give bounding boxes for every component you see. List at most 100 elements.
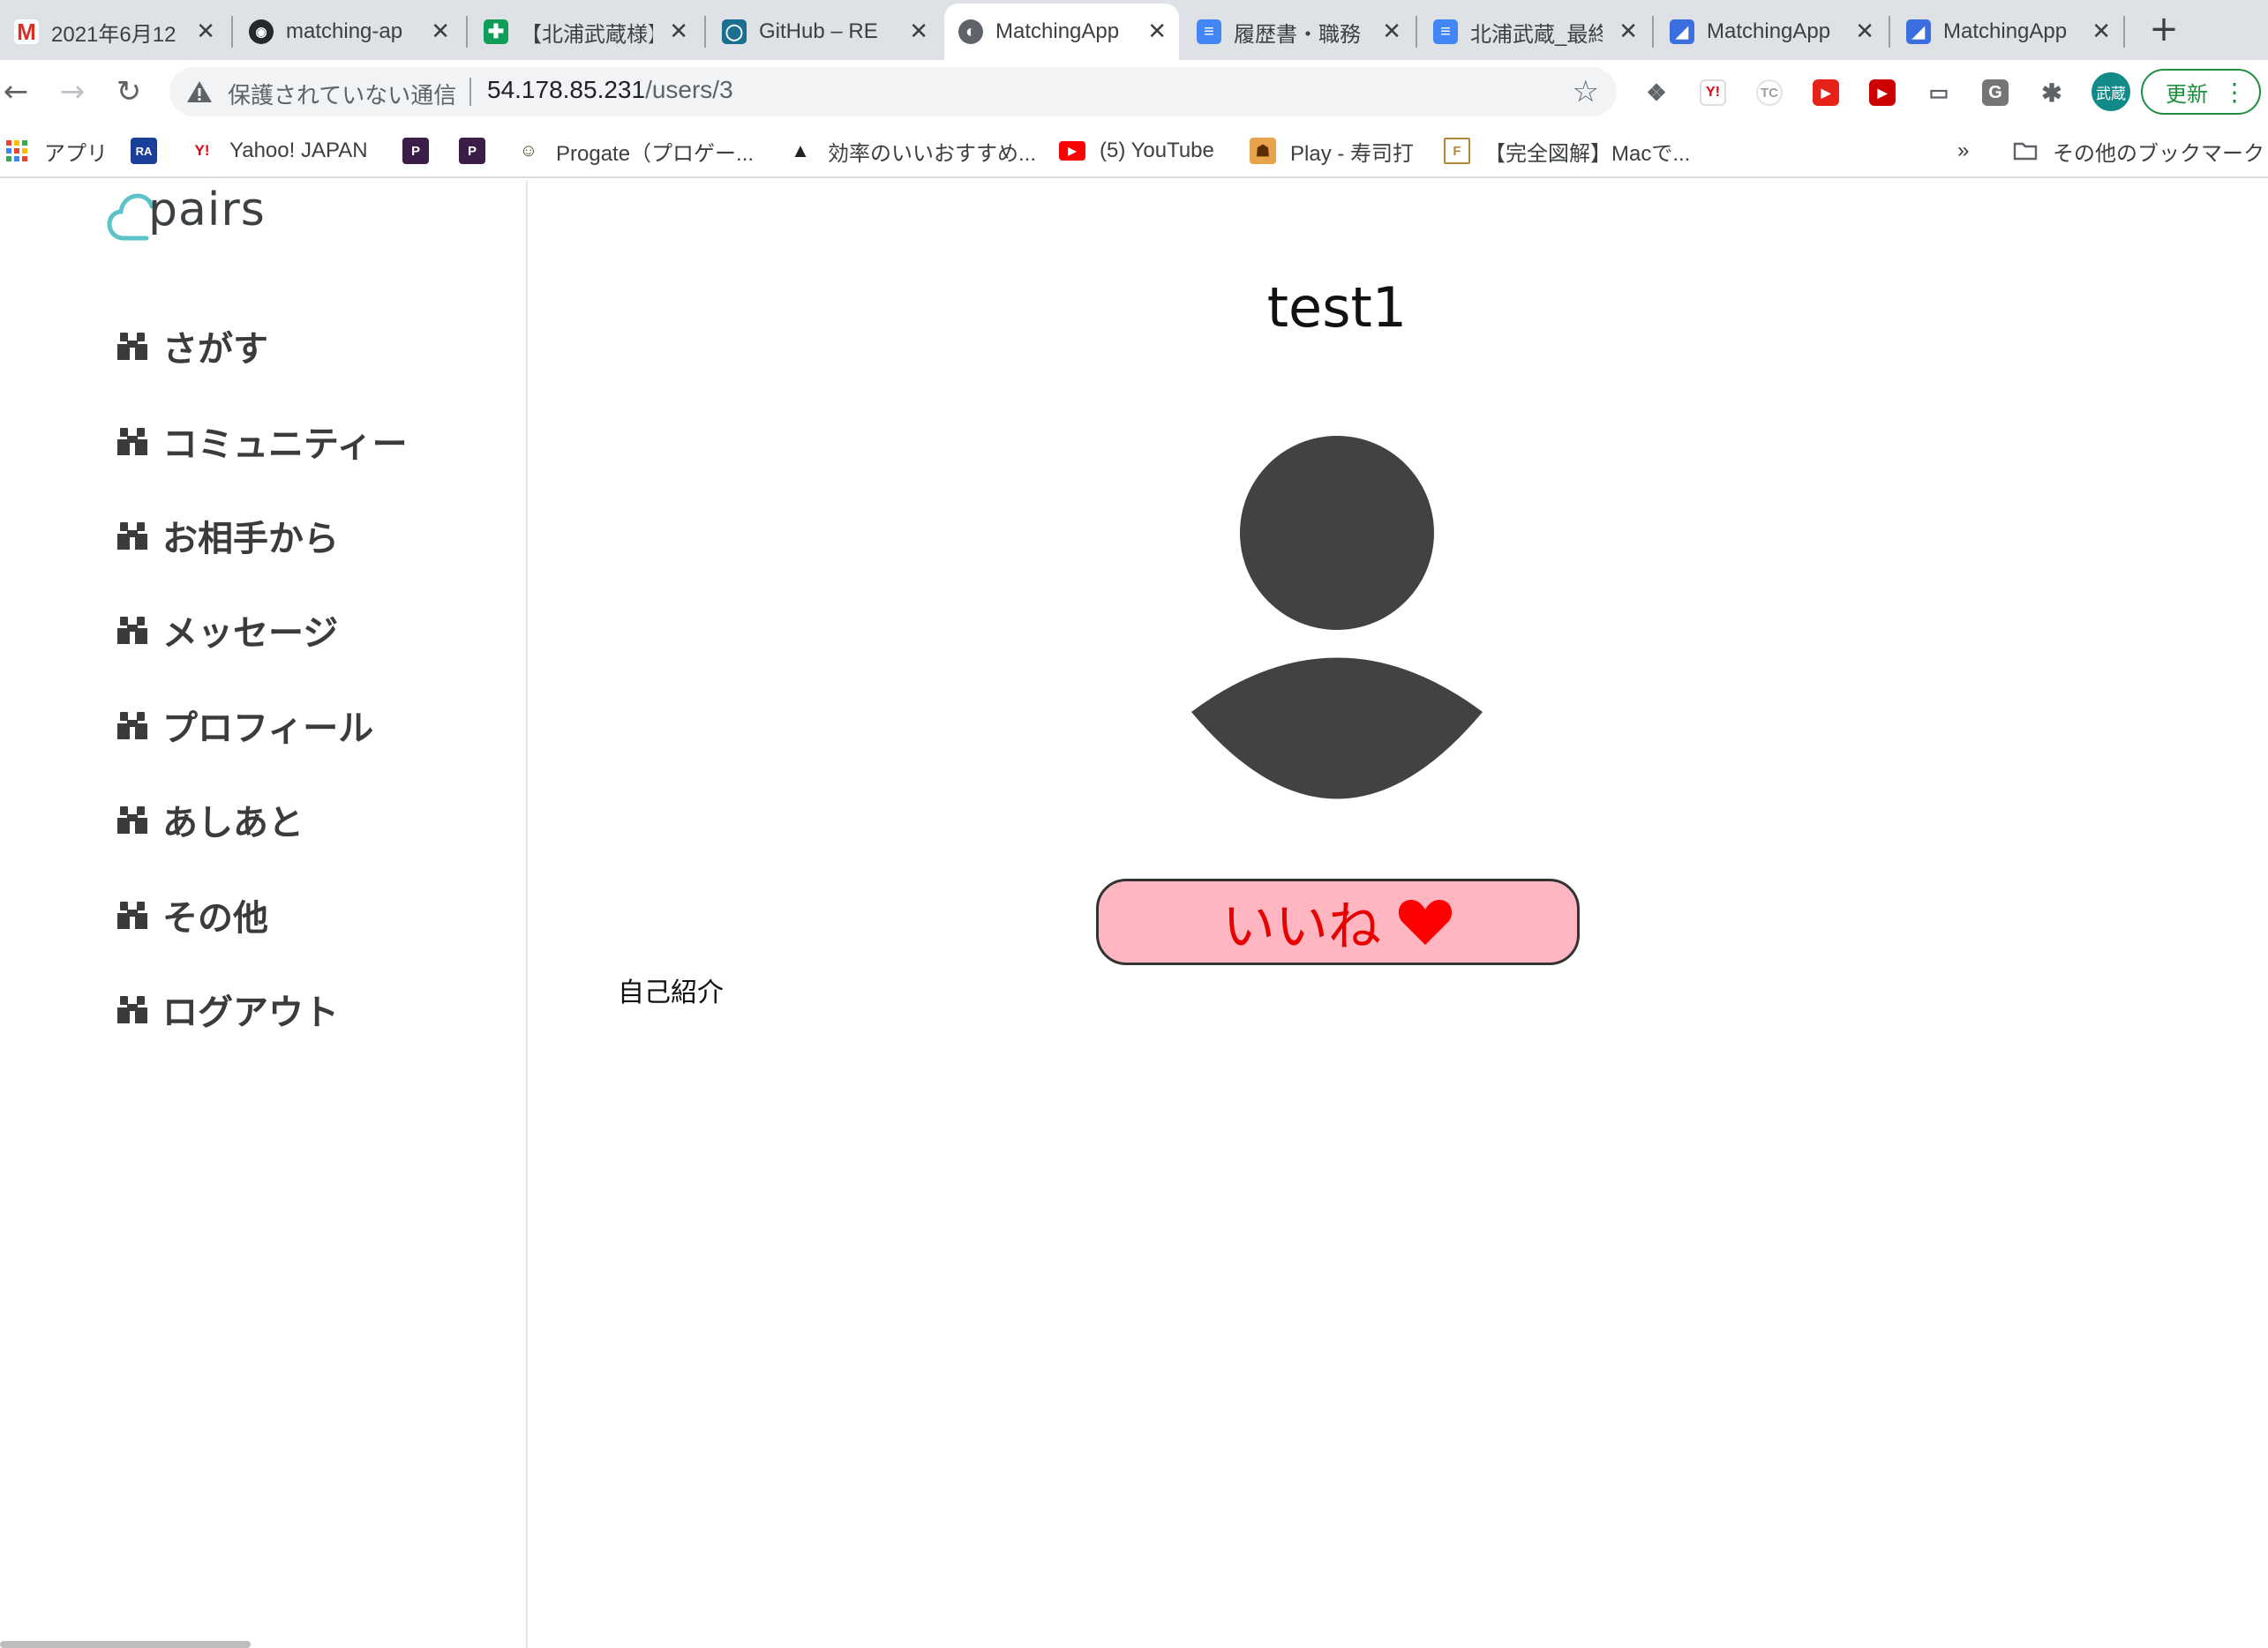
github-readme-icon: ◯: [722, 19, 747, 44]
heart-icon: [1398, 900, 1453, 945]
pairs-logo[interactable]: pairs: [106, 182, 265, 243]
tab-separator: [2123, 16, 2125, 48]
default-avatar-icon: [1191, 436, 1483, 799]
tab-title: 【北浦武蔵様】: [521, 22, 653, 47]
update-button[interactable]: 更新 ⋮: [2141, 69, 2261, 115]
nav-label: プロフィール: [162, 708, 374, 749]
yahoo-extension-icon[interactable]: Y!: [1700, 79, 1726, 106]
nav-from-partner[interactable]: お相手から: [115, 505, 339, 566]
address-bar[interactable]: 保護されていない通信 54.178.85.231/users/3 ☆: [169, 67, 1617, 116]
bookmarks-overflow-button[interactable]: »: [1957, 136, 1969, 166]
tab-separator: [1652, 16, 1654, 48]
forward-icon[interactable]: →: [51, 71, 94, 113]
bookmark-ra[interactable]: RA: [131, 136, 157, 166]
globe-icon: ◐: [958, 19, 983, 44]
tab-separator: [1416, 16, 1417, 48]
tab-github-readme[interactable]: ◯ GitHub – RE ✕: [708, 4, 941, 60]
p-icon: P: [402, 138, 429, 164]
bookmark-label: Play - 寿司打: [1290, 141, 1415, 166]
tab-github-matching[interactable]: ◉ matching-ap ✕: [235, 4, 462, 60]
folder-icon: [2013, 142, 2038, 161]
nav-community[interactable]: コミュニティー: [115, 410, 408, 472]
nav-other[interactable]: その他: [115, 884, 268, 946]
tab-sheets[interactable]: ✚ 【北浦武蔵様】 ✕: [469, 4, 701, 60]
close-icon[interactable]: ✕: [1147, 19, 1167, 45]
close-icon[interactable]: ✕: [909, 19, 928, 45]
dropbox-icon[interactable]: ❖: [1643, 79, 1670, 106]
binoculars-icon: [117, 428, 147, 455]
youtube-extension-icon[interactable]: ▶: [1869, 79, 1896, 106]
bookmark-youtube[interactable]: ▶ (5) YouTube: [1059, 136, 1214, 166]
tab-matchingapp-3[interactable]: ◢ MatchingApp ✕: [1892, 4, 2123, 60]
tab-docs-final[interactable]: ≡ 北浦武蔵_最終 ✕: [1419, 4, 1650, 60]
like-button[interactable]: いいね: [1096, 879, 1580, 965]
tab-separator: [704, 16, 706, 48]
nav-profile[interactable]: プロフィール: [115, 694, 373, 756]
close-icon[interactable]: ✕: [1855, 19, 1874, 45]
tab-docs-resume[interactable]: ≡ 履歴書・職務 ✕: [1183, 4, 1414, 60]
close-icon[interactable]: ✕: [1618, 19, 1638, 45]
browser-toolbar: ← → ↻ 保護されていない通信 54.178.85.231/users/3 ☆…: [0, 60, 2268, 124]
url-text[interactable]: 54.178.85.231/users/3: [487, 76, 733, 104]
bookmark-label: 【完全図解】Macで...: [1484, 141, 1691, 166]
close-icon[interactable]: ✕: [1382, 19, 1401, 45]
update-label: 更新: [2166, 81, 2208, 107]
nav-search[interactable]: さがす: [115, 315, 268, 377]
security-label[interactable]: 保護されていない通信: [228, 78, 456, 110]
nav-logout[interactable]: ログアウト: [115, 978, 339, 1040]
bookmark-mac-guide[interactable]: F 【完全図解】Macで...: [1444, 136, 1690, 166]
close-icon[interactable]: ✕: [2092, 19, 2111, 45]
page-viewport: pairs さがす コミュニティー お相手から メッセージ プロフィール あしあ…: [0, 180, 2268, 1648]
bookmark-progate[interactable]: ☺ Progate（プロゲー...: [515, 136, 754, 166]
sushida-icon: ☗: [1250, 138, 1276, 164]
binoculars-icon: [117, 902, 147, 929]
tab-separator: [1889, 16, 1890, 48]
p-icon: P: [459, 138, 485, 164]
profile-avatar[interactable]: 武蔵: [2092, 72, 2130, 111]
binoculars-icon: [117, 806, 147, 834]
close-icon[interactable]: ✕: [431, 19, 450, 45]
bookmark-p2[interactable]: P: [459, 136, 485, 166]
tab-gmail[interactable]: M 2021年6月12 ✕: [0, 4, 228, 60]
bookmarks-overflow-label: »: [1957, 139, 1970, 162]
bookmark-apps[interactable]: アプリ: [4, 136, 108, 166]
other-bookmarks[interactable]: その他のブックマーク: [2012, 136, 2264, 166]
tab-title: MatchingApp: [1707, 19, 1831, 43]
url-path: /users/3: [645, 76, 733, 103]
extensions-puzzle-icon[interactable]: ✱: [2039, 79, 2065, 107]
apps-grid-icon: [6, 140, 27, 161]
tab-matchingapp-active[interactable]: ◐ MatchingApp ✕: [944, 4, 1179, 60]
progate-icon: ☺: [519, 140, 538, 161]
tab-matchingapp-2[interactable]: ◢ MatchingApp ✕: [1656, 4, 1887, 60]
nav-label: さがす: [162, 329, 268, 370]
youtube-extension-icon[interactable]: ▶: [1813, 79, 1839, 106]
tab-separator: [231, 16, 233, 48]
new-tab-button[interactable]: +: [2144, 9, 2183, 49]
bookmark-kouritsu[interactable]: ▲ 効率のいいおすすめ...: [787, 136, 1036, 166]
bookmark-star-icon[interactable]: ☆: [1573, 74, 1599, 109]
horizontal-scrollbar[interactable]: [0, 1641, 251, 1648]
nav-label: メッセージ: [162, 613, 339, 654]
bookmark-yahoo[interactable]: Y! Yahoo! JAPAN: [189, 136, 368, 166]
tc-extension-icon[interactable]: TC: [1756, 79, 1783, 106]
binoculars-icon: [117, 712, 147, 739]
warning-icon[interactable]: [185, 78, 214, 106]
sheets-icon: ✚: [484, 19, 508, 44]
cast-icon[interactable]: ▭: [1926, 79, 1952, 106]
binoculars-icon: [117, 996, 147, 1023]
binoculars-icon: [117, 333, 147, 360]
g-extension-icon[interactable]: G: [1982, 79, 2009, 106]
back-icon[interactable]: ←: [0, 71, 37, 113]
bookmark-sushida[interactable]: ☗ Play - 寿司打: [1250, 136, 1414, 166]
nav-messages[interactable]: メッセージ: [115, 599, 338, 661]
close-icon[interactable]: ✕: [669, 19, 688, 45]
gmail-icon: M: [14, 19, 39, 45]
tab-strip: M 2021年6月12 ✕ ◉ matching-ap ✕ ✚ 【北浦武蔵様】 …: [0, 0, 2268, 60]
nav-footprints[interactable]: あしあと: [115, 789, 304, 850]
bookmark-p1[interactable]: P: [402, 136, 429, 166]
nav-label: その他: [162, 898, 268, 939]
menu-dots-icon: ⋮: [2222, 77, 2247, 107]
close-icon[interactable]: ✕: [196, 19, 215, 45]
self-introduction-label: 自己紹介: [618, 978, 724, 1008]
reload-icon[interactable]: ↻: [108, 71, 150, 113]
